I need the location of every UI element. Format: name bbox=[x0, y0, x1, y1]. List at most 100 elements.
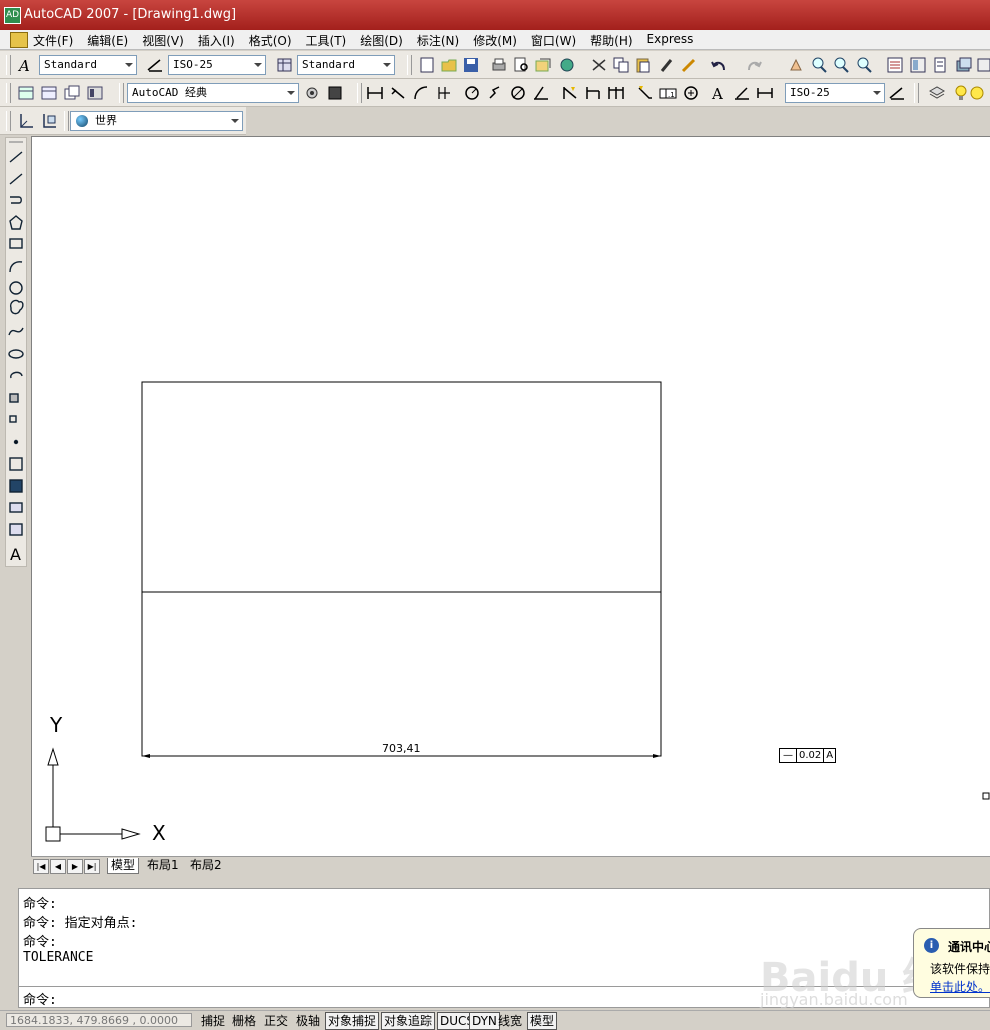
table-style-icon[interactable] bbox=[276, 56, 294, 74]
menu-view[interactable]: 视图(V) bbox=[142, 32, 184, 49]
zoom-previous-icon[interactable] bbox=[855, 56, 873, 74]
ellipse-arc-icon[interactable] bbox=[8, 368, 26, 386]
first-tab-button[interactable]: |◀ bbox=[33, 859, 49, 874]
ucs-previous-icon[interactable] bbox=[40, 112, 58, 130]
paste-icon[interactable] bbox=[634, 56, 652, 74]
open-file-icon[interactable] bbox=[440, 56, 458, 74]
quick-leader-icon[interactable] bbox=[636, 84, 654, 102]
spline-icon[interactable] bbox=[8, 324, 26, 342]
toolbar-grip[interactable] bbox=[914, 83, 919, 103]
dimension-style-manager-icon[interactable] bbox=[888, 84, 906, 102]
toolbar-grip[interactable] bbox=[119, 83, 124, 103]
angular-dim-icon[interactable] bbox=[532, 84, 550, 102]
revision-cloud-icon[interactable] bbox=[8, 302, 26, 320]
arc-icon[interactable] bbox=[8, 258, 26, 276]
plot-preview-icon[interactable] bbox=[512, 56, 530, 74]
publish-icon[interactable] bbox=[534, 56, 552, 74]
toolbar-grip[interactable] bbox=[6, 83, 11, 103]
tab-layout2[interactable]: 布局2 bbox=[187, 858, 225, 873]
polar-button[interactable]: 极轴 bbox=[293, 1012, 323, 1030]
layer-freeze-sun-icon[interactable] bbox=[968, 84, 986, 102]
previous-tab-button[interactable]: ◀ bbox=[50, 859, 66, 874]
block-editor-icon[interactable] bbox=[680, 56, 698, 74]
workspace-gear-icon[interactable] bbox=[303, 84, 321, 102]
hatch-icon[interactable] bbox=[8, 456, 26, 474]
polygon-icon[interactable] bbox=[8, 214, 26, 232]
linear-dim-icon[interactable] bbox=[366, 84, 384, 102]
diameter-dim-icon[interactable] bbox=[509, 84, 527, 102]
coordinate-readout[interactable]: 1684.1833, 479.8669 , 0.0000 bbox=[6, 1013, 192, 1027]
zoom-realtime-icon[interactable] bbox=[810, 56, 828, 74]
web-publish-icon[interactable] bbox=[558, 56, 576, 74]
toolbar-grip[interactable] bbox=[357, 83, 362, 103]
zoom-window-icon[interactable] bbox=[832, 56, 850, 74]
otrack-button[interactable]: 对象追踪 bbox=[381, 1012, 436, 1030]
baseline-dim-icon[interactable] bbox=[584, 84, 602, 102]
toolbar-grip[interactable] bbox=[6, 55, 11, 75]
menu-tools[interactable]: 工具(T) bbox=[306, 32, 347, 49]
ucs-icon[interactable] bbox=[17, 112, 35, 130]
snap-button[interactable]: 捕捉 bbox=[198, 1012, 228, 1030]
grid-button[interactable]: 栅格 bbox=[229, 1012, 259, 1030]
workspace-lock-icon[interactable] bbox=[326, 84, 344, 102]
dimension-text[interactable]: 703,41 bbox=[382, 742, 421, 755]
sheet-set-icon[interactable] bbox=[955, 56, 973, 74]
workspace-icon-4[interactable] bbox=[86, 84, 104, 102]
match-properties-icon[interactable] bbox=[658, 56, 676, 74]
ordinate-dim-icon[interactable] bbox=[435, 84, 453, 102]
menu-express[interactable]: Express bbox=[647, 32, 694, 49]
ortho-button[interactable]: 正交 bbox=[261, 1012, 291, 1030]
document-icon[interactable] bbox=[10, 32, 28, 48]
ellipse-icon[interactable] bbox=[8, 346, 26, 364]
pan-icon[interactable] bbox=[787, 56, 805, 74]
tolerance-icon[interactable]: .1 bbox=[659, 84, 677, 102]
point-icon[interactable] bbox=[8, 434, 26, 452]
menu-draw[interactable]: 绘图(D) bbox=[360, 32, 403, 49]
dim-edit-icon[interactable]: A bbox=[710, 84, 728, 103]
undo-icon[interactable] bbox=[710, 56, 728, 74]
gradient-icon[interactable] bbox=[8, 478, 26, 496]
menu-insert[interactable]: 插入(I) bbox=[198, 32, 235, 49]
last-tab-button[interactable]: ▶| bbox=[84, 859, 100, 874]
polyline-icon[interactable] bbox=[8, 192, 26, 210]
region-icon[interactable] bbox=[8, 500, 26, 518]
new-file-icon[interactable] bbox=[418, 56, 436, 74]
menu-modify[interactable]: 修改(M) bbox=[473, 32, 517, 49]
text-style-icon[interactable]: A bbox=[17, 56, 35, 75]
next-tab-button[interactable]: ▶ bbox=[67, 859, 83, 874]
copy-icon[interactable] bbox=[612, 56, 630, 74]
circle-icon[interactable] bbox=[8, 280, 26, 298]
autocad-app-icon[interactable]: AD bbox=[4, 7, 21, 24]
quick-dim-icon[interactable] bbox=[561, 84, 579, 102]
markup-icon[interactable] bbox=[976, 56, 990, 74]
toolbar-grip[interactable] bbox=[407, 55, 412, 75]
model-button[interactable]: 模型 bbox=[527, 1012, 558, 1030]
insert-block-icon[interactable] bbox=[8, 390, 26, 408]
line-icon[interactable] bbox=[8, 148, 26, 166]
design-center-icon[interactable] bbox=[909, 56, 927, 74]
redo-icon[interactable] bbox=[745, 56, 763, 74]
tab-model[interactable]: 模型 bbox=[107, 858, 140, 874]
balloon-link[interactable]: 单击此处。 bbox=[930, 978, 990, 995]
menu-window[interactable]: 窗口(W) bbox=[531, 32, 576, 49]
table-icon[interactable] bbox=[8, 522, 26, 540]
menu-file[interactable]: 文件(F) bbox=[33, 32, 73, 49]
save-icon[interactable] bbox=[462, 56, 480, 74]
text-style-select[interactable]: Standard bbox=[39, 55, 137, 75]
jogged-dim-icon[interactable] bbox=[486, 84, 504, 102]
dim-text-edit-icon[interactable] bbox=[733, 84, 751, 102]
toolbar-grip[interactable] bbox=[6, 111, 11, 131]
dimension-style-icon[interactable] bbox=[146, 56, 164, 74]
aligned-dim-icon[interactable] bbox=[389, 84, 407, 102]
cut-icon[interactable] bbox=[590, 56, 608, 74]
workspace-icon-3[interactable] bbox=[63, 84, 81, 102]
dimension-style-select-2[interactable]: ISO-25 bbox=[785, 83, 885, 103]
tab-layout1[interactable]: 布局1 bbox=[144, 858, 182, 873]
menu-edit[interactable]: 编辑(E) bbox=[87, 32, 128, 49]
dim-update-icon[interactable] bbox=[756, 84, 774, 102]
center-mark-icon[interactable] bbox=[682, 84, 700, 102]
make-block-icon[interactable] bbox=[8, 412, 26, 430]
workspace-icon-2[interactable] bbox=[40, 84, 58, 102]
multiline-text-icon[interactable] bbox=[8, 544, 26, 562]
rectangle-icon[interactable] bbox=[8, 236, 26, 254]
